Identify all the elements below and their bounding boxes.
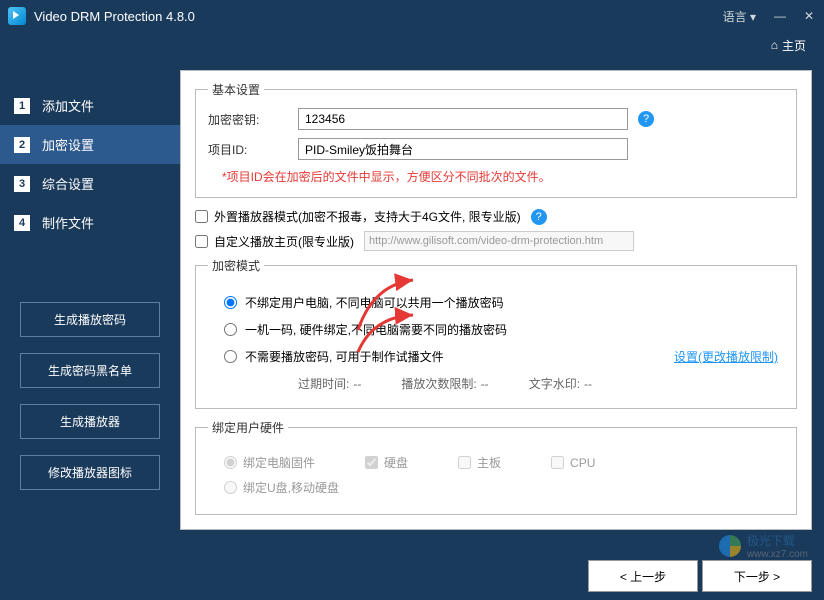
watermark-logo-icon	[719, 535, 741, 557]
mainboard-label: 主板	[477, 454, 501, 471]
step-label: 综合设置	[42, 174, 94, 193]
project-id-input[interactable]	[298, 138, 628, 160]
bind-firmware-label: 绑定电脑固件	[243, 454, 315, 471]
prev-button[interactable]: < 上一步	[588, 560, 698, 592]
mode-shared-label: 不绑定用户电脑, 不同电脑可以共用一个播放密码	[245, 294, 504, 311]
home-link[interactable]: 主页	[782, 37, 806, 54]
custom-home-label: 自定义播放主页(限专业版)	[214, 233, 354, 250]
help-icon[interactable]: ?	[531, 209, 547, 225]
step-general-settings[interactable]: 3 综合设置	[0, 164, 180, 203]
step-make-files[interactable]: 4 制作文件	[0, 203, 180, 242]
step-label: 添加文件	[42, 96, 94, 115]
bind-usb-radio	[224, 481, 237, 494]
text-watermark-value: --	[584, 377, 592, 391]
titlebar: Video DRM Protection 4.8.0 语言 ▾ — ✕	[0, 0, 824, 32]
hdd-label: 硬盘	[384, 454, 408, 471]
mainboard-checkbox	[458, 456, 471, 469]
main-panel: 基本设置 加密密钥: ? 项目ID: *项目ID会在加密后的文件中显示，方便区分…	[180, 70, 812, 530]
bind-firmware-radio	[224, 456, 237, 469]
mode-nopass-radio[interactable]	[224, 350, 237, 363]
basic-settings-group: 基本设置 加密密钥: ? 项目ID: *项目ID会在加密后的文件中显示，方便区分…	[195, 81, 797, 198]
mode-hardware-label: 一机一码, 硬件绑定,不同电脑需要不同的播放密码	[245, 321, 507, 338]
help-icon[interactable]: ?	[638, 111, 654, 127]
generate-player-button[interactable]: 生成播放器	[20, 404, 160, 439]
expire-label: 过期时间:	[298, 377, 349, 391]
step-label: 加密设置	[42, 135, 94, 154]
playback-restriction-link[interactable]: 设置(更改播放限制)	[674, 348, 778, 365]
mode-legend: 加密模式	[208, 257, 264, 274]
watermark-url: www.xz7.com	[747, 549, 808, 560]
hardware-legend: 绑定用户硬件	[208, 419, 288, 436]
project-id-warning: *项目ID会在加密后的文件中显示，方便区分不同批次的文件。	[222, 168, 784, 185]
sidebar: 1 添加文件 2 加密设置 3 综合设置 4 制作文件 生成播放密码 生成密码黑…	[0, 58, 180, 600]
breadcrumb-row: ⌂ 主页	[0, 32, 824, 58]
watermark-site: 极光下载	[747, 532, 808, 549]
home-icon[interactable]: ⌂	[771, 38, 778, 52]
cpu-label: CPU	[570, 456, 595, 470]
mode-nopass-label: 不需要播放密码, 可用于制作试播文件	[245, 348, 444, 365]
generate-play-code-button[interactable]: 生成播放密码	[20, 302, 160, 337]
modify-player-icon-button[interactable]: 修改播放器图标	[20, 455, 160, 490]
close-button[interactable]: ✕	[804, 9, 816, 23]
cpu-checkbox	[551, 456, 564, 469]
language-dropdown[interactable]: 语言 ▾	[723, 8, 756, 25]
watermark: 极光下载 www.xz7.com	[719, 532, 808, 560]
minimize-button[interactable]: —	[774, 9, 786, 23]
generate-blacklist-button[interactable]: 生成密码黑名单	[20, 353, 160, 388]
hdd-checkbox	[365, 456, 378, 469]
app-title: Video DRM Protection 4.8.0	[34, 9, 723, 24]
external-player-checkbox[interactable]	[195, 210, 208, 223]
mode-hardware-radio[interactable]	[224, 323, 237, 336]
custom-home-url-input	[364, 231, 634, 251]
step-encrypt-settings[interactable]: 2 加密设置	[0, 125, 180, 164]
bind-usb-label: 绑定U盘,移动硬盘	[243, 479, 339, 496]
encryption-key-label: 加密密钥:	[208, 111, 298, 128]
encryption-mode-group: 加密模式 不绑定用户电脑, 不同电脑可以共用一个播放密码 一机一码, 硬件绑定,…	[195, 257, 797, 409]
next-button[interactable]: 下一步 >	[702, 560, 812, 592]
encryption-key-input[interactable]	[298, 108, 628, 130]
custom-home-checkbox[interactable]	[195, 235, 208, 248]
basic-legend: 基本设置	[208, 81, 264, 98]
step-add-files[interactable]: 1 添加文件	[0, 86, 180, 125]
mode-shared-radio[interactable]	[224, 296, 237, 309]
project-id-label: 项目ID:	[208, 141, 298, 158]
bind-hardware-group: 绑定用户硬件 绑定电脑固件 硬盘 主板 CPU 绑定U盘,移动硬盘	[195, 419, 797, 515]
external-player-label: 外置播放器模式(加密不报毒，支持大于4G文件, 限专业版)	[214, 208, 521, 225]
expire-value: --	[353, 377, 361, 391]
step-label: 制作文件	[42, 213, 94, 232]
play-count-label: 播放次数限制:	[401, 377, 476, 391]
app-icon	[8, 7, 26, 25]
text-watermark-label: 文字水印:	[529, 377, 580, 391]
play-count-value: --	[481, 377, 489, 391]
